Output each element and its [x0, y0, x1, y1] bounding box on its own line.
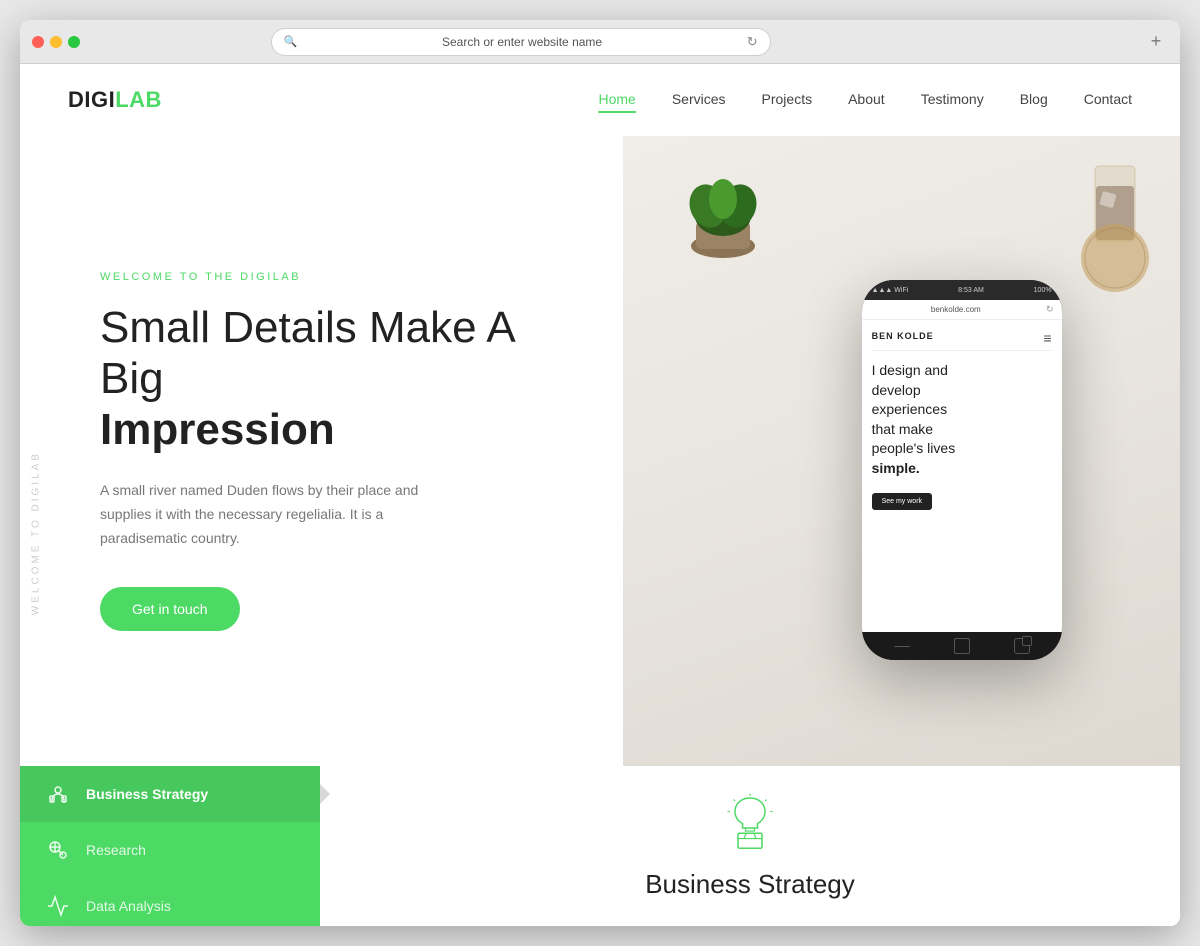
nav-link-testimony[interactable]: Testimony [921, 91, 984, 107]
cta-button[interactable]: Get in touch [100, 587, 240, 631]
search-icon: 🔍 [284, 35, 298, 48]
phone-body-text: I design and develop experiences that ma… [872, 361, 1052, 479]
phone-cta-button: See my work [872, 493, 932, 510]
analysis-svg [46, 894, 70, 918]
hero-tag: WELCOME TO THE DIGILAB [100, 271, 575, 283]
services-content: Business Strategy [320, 766, 1180, 926]
hero-title: Small Details Make A Big Impression [100, 303, 575, 455]
close-button[interactable] [32, 36, 44, 48]
phone-content: BEN KOLDE ≡ I design and develop experie… [862, 320, 1062, 632]
nav-links: Home Services Projects About Testimony B… [598, 91, 1132, 109]
phone-signal: ▲▲▲ WiFi [872, 287, 909, 294]
phone-home [954, 638, 970, 654]
minimize-button[interactable] [50, 36, 62, 48]
browser-toolbar: 🔍 Search or enter website name ↻ + [20, 20, 1180, 64]
nav-link-about[interactable]: About [848, 91, 885, 107]
hero-content: WELCOME TO THE DIGILAB Small Details Mak… [20, 136, 623, 766]
lightbulb-box-svg [720, 792, 780, 852]
service-item-business-strategy[interactable]: Business Strategy [20, 766, 320, 822]
services-active-title: Business Strategy [645, 869, 855, 900]
phone-status-bar: ▲▲▲ WiFi 8:53 AM 100% [862, 280, 1062, 300]
phone-reload: ↻ [1046, 304, 1054, 315]
phone-browser-bar: benkolde.com ↻ [862, 300, 1062, 320]
nav-link-services[interactable]: Services [672, 91, 726, 107]
hero-section: WELCOME TO DIGILAB WELCOME TO THE DIGILA… [20, 136, 1180, 766]
nav-link-home[interactable]: Home [598, 91, 635, 107]
service-item-research[interactable]: Research [20, 822, 320, 878]
logo: DIGILAB [68, 87, 162, 113]
research-icon [44, 836, 72, 864]
service-label-business-strategy: Business Strategy [86, 786, 208, 802]
service-label-data-analysis: Data Analysis [86, 898, 171, 914]
logo-digi: DIGI [68, 87, 115, 112]
plant-svg [678, 161, 768, 261]
hero-title-line1: Small Details Make A Big [100, 303, 513, 403]
address-text: Search or enter website name [303, 35, 740, 49]
strategy-svg [46, 782, 70, 806]
navigation: DIGILAB Home Services Projects About Tes… [20, 64, 1180, 136]
hero-description: A small river named Duden flows by their… [100, 479, 460, 550]
phone-bottom-bar [862, 632, 1062, 660]
browser-window: 🔍 Search or enter website name ↻ + DIGIL… [20, 20, 1180, 926]
logo-lab: LAB [115, 87, 162, 112]
phone-bold-text: simple. [872, 460, 920, 476]
nav-link-blog[interactable]: Blog [1020, 91, 1048, 107]
website-content: DIGILAB Home Services Projects About Tes… [20, 64, 1180, 926]
research-svg [46, 838, 70, 862]
glass-decoration [1085, 156, 1145, 271]
phone-site-name: BEN KOLDE [872, 331, 934, 341]
maximize-button[interactable] [68, 36, 80, 48]
nav-link-projects[interactable]: Projects [762, 91, 813, 107]
services-sidebar: Business Strategy Research [20, 766, 320, 926]
service-item-data-analysis[interactable]: Data Analysis [20, 878, 320, 926]
hero-image: ▲▲▲ WiFi 8:53 AM 100% benkolde.com ↻ BEN… [623, 136, 1180, 766]
phone-apps [1014, 638, 1030, 654]
data-analysis-icon [44, 892, 72, 920]
phone-url: benkolde.com [870, 305, 1042, 314]
service-label-research: Research [86, 842, 146, 858]
nav-link-contact[interactable]: Contact [1084, 91, 1132, 107]
phone-divider [872, 350, 1052, 351]
plant-decoration [678, 161, 768, 266]
phone-mockup: ▲▲▲ WiFi 8:53 AM 100% benkolde.com ↻ BEN… [862, 280, 1062, 660]
hero-title-line2: Impression [100, 405, 575, 456]
new-tab-button[interactable]: + [1144, 30, 1168, 54]
services-main-icon [720, 792, 780, 857]
phone-battery: 100% [1034, 287, 1052, 294]
address-bar[interactable]: 🔍 Search or enter website name ↻ [271, 28, 771, 56]
phone-back [894, 646, 910, 647]
phone-menu-icon: ≡ [1043, 330, 1051, 346]
browser-window-controls [32, 36, 80, 48]
phone-time: 8:53 AM [958, 287, 984, 294]
reload-icon[interactable]: ↻ [747, 34, 758, 50]
business-strategy-icon [44, 780, 72, 808]
services-section: Business Strategy Research [20, 766, 1180, 926]
